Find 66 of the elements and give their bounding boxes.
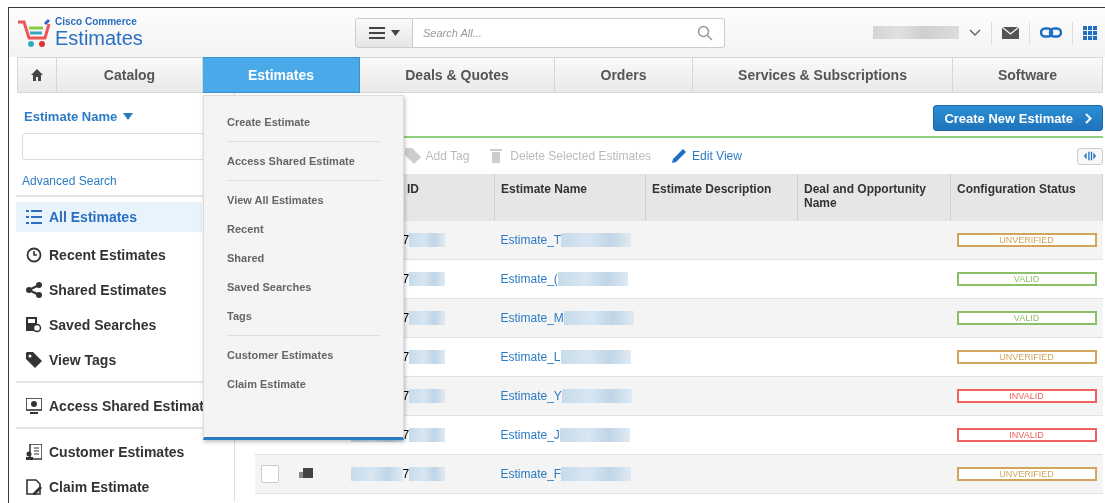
status-tag: INVALID [956,428,1097,442]
column-header[interactable]: Estimate Description [645,174,798,221]
stack-icon [298,468,313,478]
sidebar-item[interactable]: Recent Estimates [16,237,170,272]
menu-item[interactable]: Saved Searches [227,279,380,308]
menu-item[interactable]: Shared [227,250,380,279]
sidebar-item[interactable]: Customer Estimates [16,434,189,469]
nav-tab[interactable]: Deals & Quotes [360,57,555,93]
menu-item[interactable]: Tags [227,308,380,324]
status-tag: UNVERIFIED [956,467,1097,481]
chevron-down-icon[interactable] [969,28,981,37]
apps-grid-icon[interactable] [1083,25,1097,40]
monitor-icon [26,397,42,414]
filter-dropdown[interactable]: Estimate Name [24,109,118,124]
row-checkbox[interactable] [260,465,279,483]
id-cell: 7 [350,466,446,481]
tag-icon [404,148,421,164]
sidebar-item[interactable]: All Estimates [16,202,202,232]
brand-name: Cisco Commerce [55,16,138,27]
search-menu-button[interactable] [355,17,413,48]
list-icon [26,209,42,225]
create-estimate-button[interactable]: Create New Estimate [933,105,1103,131]
clock-icon [26,246,42,263]
nav-tab[interactable]: Services & Subscriptions [693,57,953,93]
search-icon[interactable] [697,24,713,41]
nav-tab[interactable]: Orders [555,57,693,93]
status-tag: VALID [956,272,1097,286]
chevron-right-icon [1085,112,1092,124]
menu-item[interactable]: Create Estimate [227,114,380,130]
nav-tab[interactable]: Catalog [57,57,203,93]
claim-icon [26,478,42,495]
search-field[interactable]: Search All... [413,17,725,48]
caret-icon [390,29,400,36]
status-tag: VALID [956,311,1097,325]
app-title: Estimates [55,26,143,49]
columns-icon [1084,151,1096,161]
menu-item[interactable]: Claim Estimate [227,376,380,392]
menu-item[interactable]: Access Shared Estimate [227,153,380,169]
sidebar-item[interactable]: Saved Searches [16,307,161,342]
customer-list-icon [26,443,42,460]
column-header[interactable]: Deal and Opportunity Name [797,174,951,221]
menu-item[interactable]: Customer Estimates [227,347,380,376]
menu-item[interactable]: Recent [227,221,380,250]
save-search-icon [26,316,42,333]
mail-icon[interactable] [1002,26,1019,39]
pencil-icon [671,148,688,164]
sidebar-item[interactable]: Claim Estimate [16,469,154,503]
cart-logo-icon [17,17,51,48]
toolbar-button[interactable]: Edit View [671,148,742,164]
nav-tab[interactable]: Software [953,57,1103,93]
share-icon [26,281,42,298]
menu-icon [368,26,385,39]
home-icon [31,69,43,81]
column-toggle-button[interactable] [1077,147,1103,165]
sidebar-item[interactable]: Shared Estimates [16,272,171,307]
column-header[interactable]: Configuration Status [950,174,1103,221]
status-tag: INVALID [956,389,1097,403]
caret-icon[interactable] [123,113,134,120]
tag-icon [26,351,42,368]
column-header[interactable]: Estimate Name [494,174,646,221]
sidebar-item[interactable]: Access Shared Estimat [16,388,208,423]
link-icon[interactable] [1040,27,1062,38]
status-tag: UNVERIFIED [956,350,1097,364]
status-tag: UNVERIFIED [956,233,1097,247]
home-tab[interactable] [17,57,57,93]
sidebar-item[interactable]: View Tags [16,342,121,377]
